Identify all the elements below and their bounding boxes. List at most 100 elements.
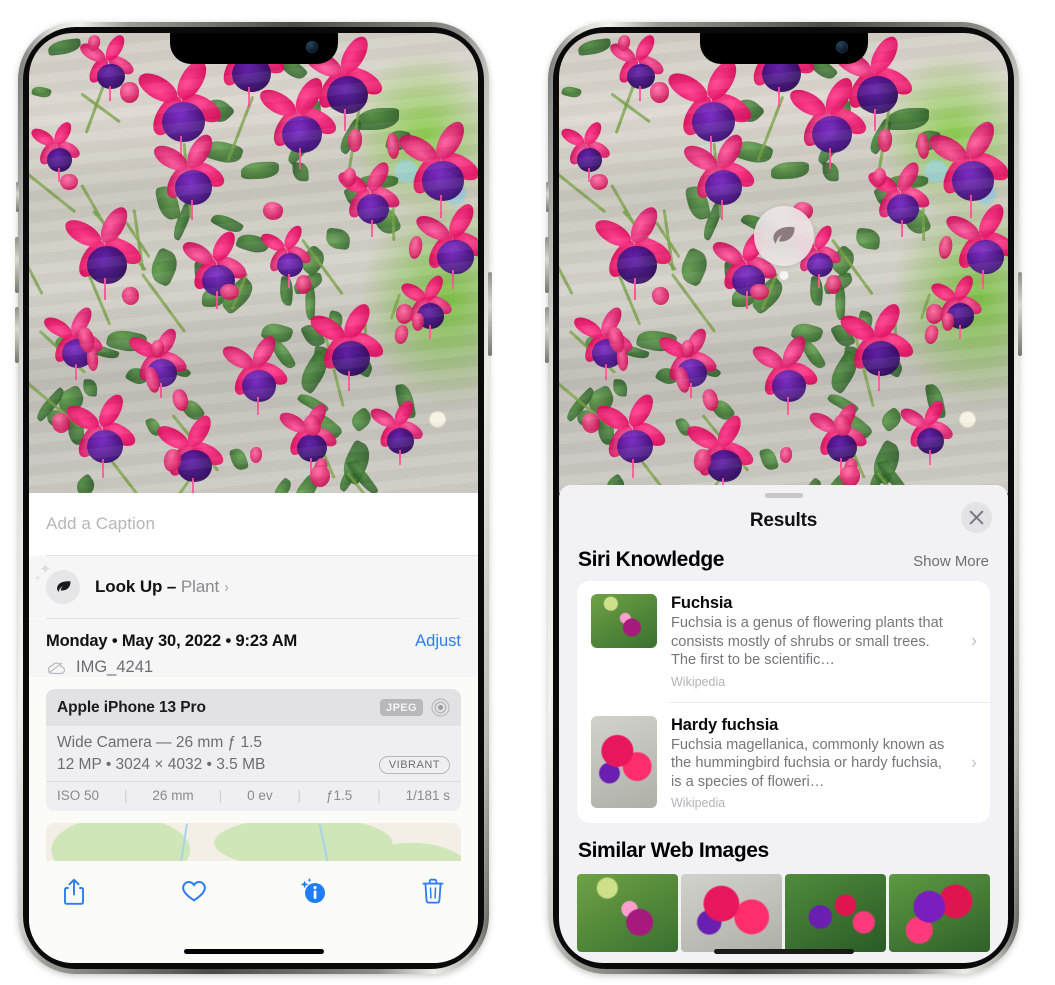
lens-info: Wide Camera — 26 mm ƒ 1.5 bbox=[57, 734, 263, 751]
photo-detail bbox=[288, 273, 291, 288]
photo-detail bbox=[808, 275, 825, 306]
phone-right: Results Siri Knowledge Show More Fuchsia bbox=[545, 22, 1022, 974]
photo-detail bbox=[202, 264, 236, 296]
photo-detail bbox=[298, 148, 301, 170]
photo-detail bbox=[135, 350, 164, 384]
exif-divider: | bbox=[377, 788, 381, 803]
photo-detail bbox=[259, 320, 294, 347]
photo-detail bbox=[617, 342, 650, 362]
photo-detail bbox=[226, 95, 255, 161]
photo-detail bbox=[324, 227, 352, 251]
photo-detail bbox=[75, 363, 78, 380]
exif-row: ISO 50 | 26 mm | 0 ev | ƒ1.5 | 1/181 s bbox=[46, 781, 461, 811]
mute-switch[interactable] bbox=[16, 182, 19, 212]
photo-detail bbox=[77, 39, 109, 66]
mute-switch[interactable] bbox=[546, 182, 549, 212]
photo-viewer[interactable] bbox=[29, 33, 478, 493]
photo-detail bbox=[700, 387, 721, 413]
photo-detail bbox=[958, 325, 961, 340]
photo-detail bbox=[772, 369, 807, 402]
photo-detail bbox=[182, 142, 193, 218]
photo-detail bbox=[616, 54, 643, 86]
photo-detail bbox=[307, 310, 350, 346]
share-icon[interactable] bbox=[59, 875, 89, 907]
photo-detail bbox=[324, 86, 350, 114]
photo-detail bbox=[952, 161, 995, 202]
photo-detail bbox=[825, 274, 842, 295]
photo-detail bbox=[248, 332, 281, 371]
camera-info-card[interactable]: Apple iPhone 13 Pro JPEG Wide Camera — 2… bbox=[46, 689, 461, 811]
photo-metadata: Monday • May 30, 2022 • 9:23 AM Adjust I… bbox=[29, 619, 478, 677]
photo-detail bbox=[829, 320, 856, 350]
photo-detail bbox=[29, 377, 81, 428]
photo-detail bbox=[209, 209, 245, 237]
photo-detail bbox=[969, 195, 972, 218]
similar-image-thumb[interactable] bbox=[785, 874, 886, 953]
photo-detail bbox=[654, 363, 681, 389]
similar-web-images-grid bbox=[559, 874, 1008, 953]
photo-detail bbox=[877, 128, 893, 153]
photo-detail bbox=[312, 346, 333, 368]
photo-detail bbox=[143, 366, 162, 394]
photo-detail bbox=[825, 102, 871, 140]
photo-detail bbox=[617, 430, 653, 464]
photo-detail bbox=[385, 132, 401, 159]
list-item[interactable]: Hardy fuchsia Fuchsia magellanica, commo… bbox=[577, 703, 990, 824]
list-item[interactable]: Fuchsia Fuchsia is a genus of flowering … bbox=[577, 581, 990, 702]
photo-detail bbox=[806, 408, 840, 437]
volume-up-button[interactable] bbox=[545, 237, 549, 293]
photo-detail bbox=[86, 33, 102, 52]
photo-detail bbox=[290, 472, 323, 493]
photo-detail bbox=[857, 310, 875, 330]
photo-detail bbox=[283, 127, 321, 167]
volume-down-button[interactable] bbox=[545, 307, 549, 363]
similar-image-thumb[interactable] bbox=[681, 874, 782, 953]
photo-detail bbox=[758, 446, 780, 472]
photo-info-sheet: Add a Caption ✦ ✦ Look Up – Plant › Mond… bbox=[29, 493, 478, 963]
photo-detail bbox=[212, 252, 250, 284]
photo-detail bbox=[335, 118, 366, 156]
photo-detail bbox=[690, 356, 722, 382]
look-up-row[interactable]: ✦ ✦ Look Up – Plant › bbox=[29, 556, 478, 618]
show-more-button[interactable]: Show More bbox=[913, 553, 989, 570]
chevron-right-icon: › bbox=[971, 752, 977, 773]
photo-detail bbox=[194, 260, 217, 289]
photo-detail bbox=[363, 317, 367, 366]
trash-icon[interactable] bbox=[418, 875, 448, 907]
siri-knowledge-title: Siri Knowledge bbox=[578, 548, 725, 571]
similar-image-thumb[interactable] bbox=[889, 874, 990, 953]
photo-detail bbox=[966, 147, 1008, 187]
photo-detail bbox=[295, 274, 312, 295]
result-thumbnail bbox=[591, 594, 657, 648]
home-indicator[interactable] bbox=[713, 949, 854, 954]
photo-detail bbox=[327, 310, 345, 330]
photo-detail bbox=[347, 406, 375, 434]
side-button[interactable] bbox=[488, 272, 492, 356]
photo-detail bbox=[820, 73, 858, 118]
photo-detail bbox=[927, 280, 959, 306]
photo-detail bbox=[177, 87, 226, 128]
home-indicator[interactable] bbox=[183, 949, 324, 954]
photo-detail bbox=[854, 86, 880, 114]
caption-field[interactable]: Add a Caption bbox=[29, 493, 478, 555]
info-sparkle-icon[interactable] bbox=[298, 875, 328, 907]
photo-detail bbox=[240, 161, 279, 180]
close-icon[interactable] bbox=[961, 502, 992, 533]
result-title: Fuchsia bbox=[671, 594, 733, 612]
photo-detail bbox=[200, 93, 236, 128]
photo-detail bbox=[830, 238, 874, 296]
heart-icon[interactable] bbox=[179, 875, 209, 907]
adjust-button[interactable]: Adjust bbox=[415, 632, 461, 651]
volume-down-button[interactable] bbox=[15, 307, 19, 363]
similar-image-thumb[interactable] bbox=[577, 874, 678, 953]
result-description: Fuchsia magellanica, commonly known as t… bbox=[671, 736, 945, 790]
photo-detail bbox=[277, 253, 303, 278]
exif-shutter: 1/181 s bbox=[405, 788, 450, 803]
photo-detail bbox=[296, 244, 330, 279]
visual-look-up-badge[interactable] bbox=[753, 206, 814, 266]
photo-detail bbox=[439, 195, 442, 218]
volume-up-button[interactable] bbox=[15, 237, 19, 293]
side-button[interactable] bbox=[1018, 272, 1022, 356]
photo-detail bbox=[436, 147, 478, 187]
photo-detail bbox=[33, 387, 68, 424]
